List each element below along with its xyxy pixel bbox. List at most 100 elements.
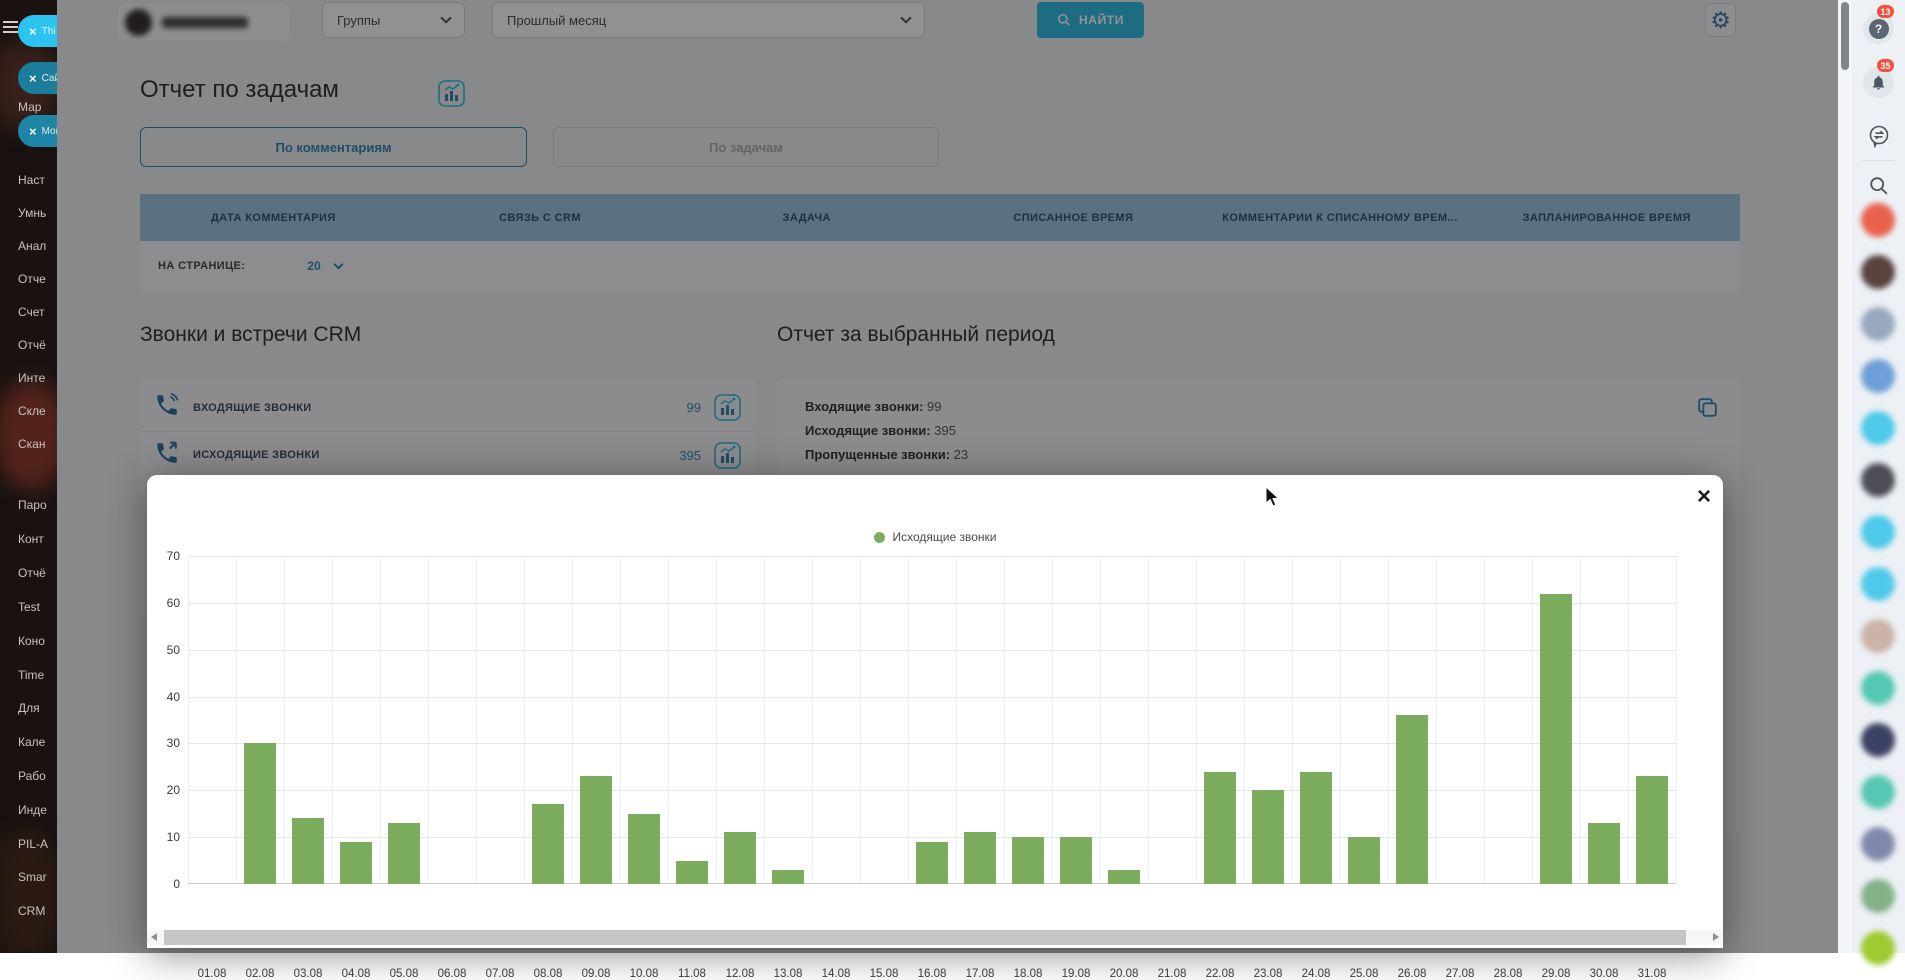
contact-avatar[interactable] <box>1861 411 1895 445</box>
pinned-tab[interactable]: ×Сайт <box>18 62 57 94</box>
x-axis-tick-label: 29.08 <box>1532 968 1580 980</box>
gridline <box>1388 556 1389 884</box>
close-icon[interactable]: × <box>1697 485 1711 509</box>
browser-tab-title[interactable]: Мар <box>18 100 41 114</box>
browser-tab-title[interactable]: PIL-A <box>18 837 48 851</box>
browser-tab-title[interactable]: Конт <box>18 532 44 546</box>
page-scrollbar[interactable] <box>1838 0 1852 953</box>
contact-avatar[interactable] <box>1861 775 1895 809</box>
contact-avatar[interactable] <box>1861 463 1895 497</box>
search-button[interactable] <box>1863 170 1894 201</box>
bar <box>1012 837 1044 884</box>
x-axis-tick-label: 24.08 <box>1292 968 1340 980</box>
browser-right-rail: ? 13 35 <box>1852 0 1905 953</box>
contact-avatar[interactable] <box>1861 879 1895 913</box>
gridline <box>1580 556 1581 884</box>
contact-avatar[interactable] <box>1861 567 1895 601</box>
browser-tab-title[interactable]: Кале <box>18 735 45 749</box>
x-axis-tick-label: 04.08 <box>332 968 380 980</box>
contact-avatar[interactable] <box>1861 203 1895 237</box>
browser-tab-title[interactable]: Наст <box>18 173 45 187</box>
contact-avatar[interactable] <box>1861 515 1895 549</box>
y-axis-tick-label: 30 <box>144 736 180 750</box>
contact-avatar[interactable] <box>1861 255 1895 289</box>
y-axis-tick-label: 40 <box>144 690 180 704</box>
contact-avatar[interactable] <box>1861 827 1895 861</box>
scrollbar-thumb[interactable] <box>164 930 1686 945</box>
bar <box>1204 772 1236 884</box>
contact-avatar[interactable] <box>1861 619 1895 653</box>
x-axis-tick-label: 01.08 <box>188 968 236 980</box>
scroll-right-arrow[interactable] <box>1713 933 1719 941</box>
bar <box>1108 870 1140 884</box>
browser-tab-title[interactable]: Паро <box>18 498 47 512</box>
pinned-tab-title: Мой <box>42 126 57 137</box>
browser-tab-title[interactable]: Скле <box>18 404 46 418</box>
browser-tab-title[interactable]: Отче <box>18 272 46 286</box>
help-badge: 13 <box>1877 5 1894 18</box>
gridline <box>1244 556 1245 884</box>
browser-tab-title[interactable]: Инте <box>18 371 45 385</box>
gridline <box>428 556 429 884</box>
close-icon[interactable]: × <box>29 25 37 38</box>
browser-tab-title[interactable]: Коно <box>18 634 45 648</box>
pinned-tab[interactable]: × Thi <box>18 15 57 47</box>
gridline <box>1292 556 1293 884</box>
browser-tab-title[interactable]: Инде <box>18 803 47 817</box>
gridline <box>1676 556 1677 884</box>
browser-tab-title[interactable]: Отчё <box>18 566 46 580</box>
mouse-cursor <box>1265 486 1282 513</box>
y-axis-tick-label: 70 <box>144 549 180 563</box>
contact-avatar[interactable] <box>1861 671 1895 705</box>
y-axis-tick-label: 0 <box>144 877 180 891</box>
menu-icon[interactable] <box>3 21 18 34</box>
browser-tab-title[interactable]: Анал <box>18 239 46 253</box>
browser-tab-title[interactable]: Рабо <box>18 769 46 783</box>
x-axis-tick-label: 31.08 <box>1628 968 1676 980</box>
gridline <box>188 603 1676 604</box>
x-axis-tick-label: 27.08 <box>1436 968 1484 980</box>
contact-avatar[interactable] <box>1861 723 1895 757</box>
chat-button[interactable] <box>1863 120 1894 151</box>
bar <box>532 804 564 884</box>
x-axis-tick-label: 08.08 <box>524 968 572 980</box>
bar <box>1588 823 1620 884</box>
calls-chart-modal: × Исходящие звонки 70605040302010001.080… <box>147 475 1723 948</box>
browser-tab-title[interactable]: Скан <box>18 437 45 451</box>
legend-label: Исходящие звонки <box>893 530 997 544</box>
gridline <box>1148 556 1149 884</box>
bar <box>1060 837 1092 884</box>
browser-tab-title[interactable]: CRM <box>18 904 45 918</box>
bar <box>676 861 708 884</box>
browser-tab-title[interactable]: Счет <box>18 305 45 319</box>
y-axis-tick-label: 20 <box>144 783 180 797</box>
browser-tab-title[interactable]: Test <box>18 600 40 614</box>
x-axis-tick-label: 22.08 <box>1196 968 1244 980</box>
browser-tab-title[interactable]: Time <box>18 668 44 682</box>
close-icon[interactable]: × <box>29 125 37 138</box>
pinned-tab-title: Thi <box>42 26 56 37</box>
close-icon[interactable]: × <box>29 72 37 85</box>
x-axis-tick-label: 11.08 <box>668 968 716 980</box>
x-axis-tick-label: 28.08 <box>1484 968 1532 980</box>
x-axis-tick-label: 03.08 <box>284 968 332 980</box>
question-icon: ? <box>1869 19 1889 39</box>
bar <box>1396 715 1428 884</box>
contact-avatar[interactable] <box>1861 359 1895 393</box>
browser-tab-title[interactable]: Отчё <box>18 338 46 352</box>
x-axis-tick-label: 20.08 <box>1100 968 1148 980</box>
gridline <box>764 556 765 884</box>
contact-avatar[interactable] <box>1861 931 1895 965</box>
scrollbar-thumb[interactable] <box>1841 2 1849 70</box>
contact-avatar[interactable] <box>1861 307 1895 341</box>
x-axis-tick-label: 21.08 <box>1148 968 1196 980</box>
x-axis-tick-label: 09.08 <box>572 968 620 980</box>
scroll-left-arrow[interactable] <box>151 933 157 941</box>
browser-tab-title[interactable]: Smar <box>18 870 47 884</box>
browser-tab-title[interactable]: Для <box>18 701 40 715</box>
pinned-tab[interactable]: × Мой <box>18 115 57 147</box>
x-axis-tick-label: 13.08 <box>764 968 812 980</box>
gridline <box>620 556 621 884</box>
x-axis-tick-label: 05.08 <box>380 968 428 980</box>
browser-tab-title[interactable]: Умнь <box>18 206 46 220</box>
